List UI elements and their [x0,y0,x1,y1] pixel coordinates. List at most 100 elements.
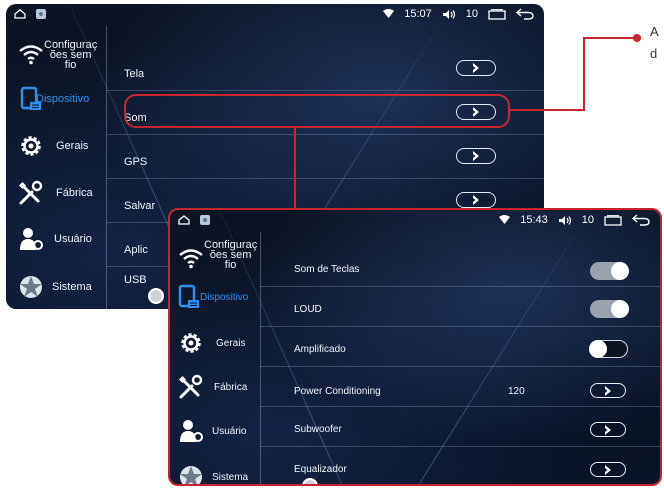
sidebar-item-label: Fábrica [56,187,93,199]
wifi-icon [19,45,43,65]
sidebar-item-device[interactable]: Dispositivo [6,84,106,114]
wifi-signal-icon [499,215,511,224]
back-icon[interactable] [632,214,650,226]
sidebar-item-label: Configuraç ões sem fio [44,39,98,71]
chevron-right-button[interactable] [590,383,626,398]
list-item-som-de-teclas[interactable]: Som de Teclas [260,246,660,287]
chevron-right-button[interactable] [590,422,626,437]
status-bar: 15:07 10 [6,4,544,26]
sidebar-item-general[interactable]: Gerais [6,131,106,161]
sidebar-item-wireless[interactable]: Configuraç ões sem fio [6,34,106,74]
row-label: USB [124,274,147,286]
row-label: Salvar [124,200,156,212]
chevron-right-button[interactable] [590,462,626,477]
toggle-switch[interactable] [589,339,628,358]
row-label: Equalizador [294,464,347,475]
tools-icon [18,180,43,205]
row-label: Aplic [124,244,148,256]
callout-dot [633,34,641,42]
system-icon [180,466,202,484]
scroll-handle[interactable] [302,478,318,484]
clock: 15:43 [520,214,548,226]
list-item-tela[interactable]: Tela [106,46,544,91]
row-label: GPS [124,156,148,168]
callout-text: d [650,46,658,61]
connector-line [294,128,296,210]
sidebar-item-device[interactable]: Dispositivo [170,282,260,312]
list-item-loud[interactable]: LOUD [260,286,660,327]
chevron-right-icon [473,151,479,161]
device-icon [178,284,199,308]
sidebar-item-system[interactable]: Sistema [6,272,106,302]
sidebar-item-factory[interactable]: Fábrica [170,372,260,402]
sidebar-item-label: Configuraç ões sem fio [204,239,258,271]
volume-icon [442,9,455,19]
sidebar: Configuraç ões sem fio Dispositivo Gerai… [6,26,107,309]
list-item-amplificado[interactable]: Amplificado [260,326,660,367]
callout-text: A [650,24,659,39]
gallery-icon[interactable] [36,9,46,19]
gear-icon [21,136,41,156]
home-icon[interactable] [14,9,26,19]
home-icon[interactable] [178,215,190,225]
gallery-icon[interactable] [200,215,210,225]
user-icon [20,228,43,250]
scroll-handle[interactable] [148,288,164,304]
callout-line [510,37,636,111]
gear-icon [181,333,201,353]
row-value: 120 [508,386,525,397]
toggle-switch[interactable] [590,300,629,318]
sidebar-item-label: Usuário [212,426,247,437]
sidebar-item-label: Dispositivo [36,93,90,105]
list-item-subwoofer[interactable]: Subwoofer [260,406,660,447]
tools-icon [178,374,203,399]
sidebar-item-wireless[interactable]: Configuraç ões sem fio [170,234,260,274]
row-label: LOUD [294,304,322,315]
sidebar-item-label: Usuário [54,233,92,245]
sound-settings-list: Som de Teclas LOUD Amplificado Power Con… [260,232,660,484]
sidebar-item-factory[interactable]: Fábrica [6,178,106,208]
chevron-right-icon [605,385,611,396]
chevron-right-icon [473,63,479,73]
chevron-right-icon [605,424,611,435]
sidebar: Configuraç ões sem fio Dispositivo Gerai… [170,232,261,484]
row-label: Som de Teclas [294,264,360,275]
row-label: Tela [124,68,145,80]
status-bar: 15:43 10 [170,210,660,232]
sidebar-item-label: Sistema [52,281,92,293]
clock: 15:07 [404,8,432,20]
chevron-right-icon [473,195,479,205]
sidebar-item-label: Dispositivo [200,292,249,303]
sound-settings-screen: 15:43 10 Configuraç ões sem fio Disposit… [168,208,662,486]
row-label: Subwoofer [294,424,342,435]
list-item-power-conditioning[interactable]: Power Conditioning 120 [260,366,660,407]
chevron-right-icon [605,464,611,475]
system-icon [20,276,42,298]
volume-level: 10 [465,8,478,20]
back-icon[interactable] [516,8,534,20]
volume-level: 10 [581,214,594,226]
sidebar-item-label: Gerais [56,140,89,152]
sidebar-item-user[interactable]: Usuário [6,224,106,254]
highlight-frame [124,94,510,128]
list-item-equalizador[interactable]: Equalizador [260,446,660,484]
recent-apps-icon[interactable] [488,8,506,20]
sidebar-item-user[interactable]: Usuário [170,416,260,446]
chevron-right-button[interactable] [456,60,496,76]
row-label: Amplificado [294,344,346,355]
list-item-gps[interactable]: GPS [106,134,544,179]
sidebar-item-system[interactable]: Sistema [170,460,260,484]
sidebar-item-general[interactable]: Gerais [170,328,260,358]
user-icon [180,420,203,442]
chevron-right-button[interactable] [456,148,496,164]
sidebar-item-label: Gerais [216,338,246,349]
sidebar-item-label: Fábrica [214,382,248,393]
wifi-signal-icon [383,9,395,18]
chevron-right-button[interactable] [456,192,496,208]
sidebar-item-label: Sistema [212,472,249,483]
row-label: Power Conditioning [294,386,381,397]
toggle-switch[interactable] [590,262,629,280]
wifi-icon [179,249,203,269]
volume-icon [558,215,571,225]
recent-apps-icon[interactable] [604,214,622,226]
